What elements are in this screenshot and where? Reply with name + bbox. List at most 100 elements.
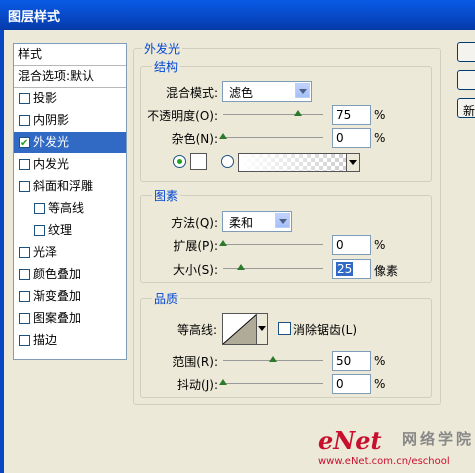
gradient-dropdown-chevron-icon[interactable] [346,153,360,172]
noise-slider-track[interactable] [223,137,323,138]
jitter-label: 抖动(J): [177,378,218,392]
opacity-slider-track[interactable] [223,114,323,115]
style-item-0[interactable]: 投影 [14,88,126,109]
jitter-slider-thumb[interactable] [219,379,227,386]
range-slider-thumb[interactable] [269,356,277,363]
style-item-checkbox[interactable] [19,291,30,302]
contour-curve-icon [222,313,258,345]
style-item-label: 图案叠加 [33,311,82,325]
blend-mode-select[interactable]: 滤色 [222,81,312,102]
blend-mode-label: 混合模式: [165,86,218,100]
style-item-checkbox[interactable] [34,225,45,236]
size-input[interactable]: 25 [332,259,371,279]
ok-button[interactable] [457,42,475,62]
range-input-value: 50 [336,354,352,368]
style-item-4[interactable]: 斜面和浮雕 [14,176,126,197]
style-list: 样式 混合选项:默认 投影内阴影外发光内发光斜面和浮雕等高线纹理光泽颜色叠加渐变… [13,43,127,360]
contour-label: 等高线: [176,323,217,337]
range-input[interactable]: 50 [332,351,371,371]
style-item-7[interactable]: 光泽 [14,242,126,263]
style-item-label: 内发光 [33,157,70,171]
style-item-checkbox[interactable] [19,269,30,280]
style-item-label: 投影 [33,91,58,105]
jitter-input[interactable]: 0 [332,374,371,394]
title-bar[interactable]: 图层样式 [0,0,475,30]
size-label: 大小(S): [172,263,218,277]
style-item-checkbox[interactable] [19,93,30,104]
window-left-border [0,30,4,473]
style-item-label: 外发光 [33,135,70,149]
style-item-checkbox[interactable] [19,335,30,346]
glow-gradient-preview[interactable] [238,153,348,172]
noise-unit: % [374,131,386,145]
style-item-checkbox[interactable] [19,133,30,154]
method-select[interactable]: 柔和 [222,211,292,232]
style-item-6[interactable]: 纹理 [14,220,126,241]
size-input-value: 25 [336,262,354,276]
jitter-slider-track[interactable] [223,383,323,384]
style-item-label: 内阴影 [33,113,70,127]
style-item-8[interactable]: 颜色叠加 [14,264,126,285]
style-item-label: 光泽 [33,245,58,259]
spread-slider-thumb[interactable] [219,240,227,247]
window-title: 图层样式 [8,10,61,25]
watermark-logo: eNet [318,426,382,455]
spread-unit: % [374,238,386,252]
blending-options-default[interactable]: 混合选项:默认 [14,66,126,88]
contour-dropdown-chevron-icon[interactable] [256,313,268,345]
method-label: 方法(Q): [171,216,218,230]
opacity-slider-thumb[interactable] [294,110,302,117]
style-item-checkbox[interactable] [19,313,30,324]
new-style-button[interactable]: 新 [457,98,475,118]
antialias-label: 消除锯齿(L) [293,323,358,337]
style-item-5[interactable]: 等高线 [14,198,126,219]
structure-title: 结构 [152,58,181,75]
gradient-radio[interactable] [221,155,234,168]
style-item-checkbox[interactable] [34,203,45,214]
style-item-2[interactable]: 外发光 [14,132,126,154]
noise-label: 杂色(N): [171,132,218,146]
style-item-9[interactable]: 渐变叠加 [14,286,126,307]
cancel-button[interactable] [457,70,475,90]
opacity-input[interactable]: 75 [332,105,371,125]
antialias-checkbox[interactable] [278,322,291,335]
blending-options-label: 混合选项:默认 [18,69,95,83]
style-item-1[interactable]: 内阴影 [14,110,126,131]
noise-input[interactable]: 0 [332,128,371,148]
watermark-url: www.eNet.com.cn/eschool [318,456,450,467]
style-item-11[interactable]: 描边 [14,330,126,351]
style-item-label: 描边 [33,333,58,347]
style-item-checkbox[interactable] [19,181,30,192]
style-item-label: 颜色叠加 [33,267,82,281]
method-value: 柔和 [229,216,254,230]
opacity-unit: % [374,108,386,122]
style-item-3[interactable]: 内发光 [14,154,126,175]
style-item-checkbox[interactable] [19,159,30,170]
range-unit: % [374,354,386,368]
noise-slider-thumb[interactable] [219,133,227,140]
chevron-down-icon[interactable] [275,213,290,228]
elements-title: 图素 [152,187,181,204]
blend-mode-value: 滤色 [229,86,254,100]
opacity-label: 不透明度(O): [147,107,218,124]
spread-label: 扩展(P): [173,239,218,253]
style-item-10[interactable]: 图案叠加 [14,308,126,329]
watermark-brand-cn: 网络学院 [402,430,475,448]
glow-color-swatch[interactable] [190,153,207,170]
contour-preview[interactable] [222,313,258,345]
spread-input[interactable]: 0 [332,235,371,255]
style-item-checkbox[interactable] [19,247,30,258]
size-slider-thumb[interactable] [237,264,245,271]
size-unit: 像素 [374,264,399,278]
style-item-label: 斜面和浮雕 [33,179,94,193]
jitter-input-value: 0 [336,377,344,391]
style-list-header[interactable]: 样式 [14,44,126,66]
chevron-down-icon[interactable] [295,83,310,98]
layer-style-dialog: 图层样式 样式 混合选项:默认 投影内阴影外发光内发光斜面和浮雕等高线纹理光泽颜… [0,0,475,473]
range-label: 范围(R): [172,355,218,369]
solid-color-radio[interactable] [173,155,186,168]
style-item-label: 纹理 [48,223,73,237]
outer-glow-title: 外发光 [142,40,183,57]
spread-slider-track[interactable] [223,244,323,245]
style-item-checkbox[interactable] [19,115,30,126]
